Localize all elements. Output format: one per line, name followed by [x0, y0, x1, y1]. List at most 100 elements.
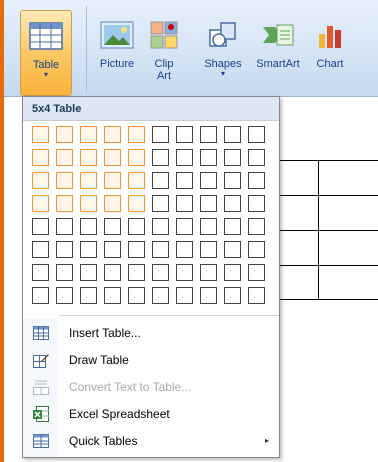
- grid-cell[interactable]: [200, 195, 217, 212]
- grid-cell[interactable]: [32, 264, 49, 281]
- grid-cell[interactable]: [176, 287, 193, 304]
- grid-cell[interactable]: [80, 149, 97, 166]
- grid-cell[interactable]: [56, 287, 73, 304]
- grid-cell[interactable]: [56, 172, 73, 189]
- grid-cell[interactable]: [152, 287, 169, 304]
- grid-cell[interactable]: [152, 126, 169, 143]
- grid-cell[interactable]: [176, 241, 193, 258]
- grid-cell[interactable]: [104, 149, 121, 166]
- grid-cell[interactable]: [200, 287, 217, 304]
- document-table: [270, 160, 378, 300]
- grid-cell[interactable]: [128, 287, 145, 304]
- grid-cell[interactable]: [152, 264, 169, 281]
- grid-cell[interactable]: [152, 241, 169, 258]
- chart-button[interactable]: Chart: [310, 10, 350, 94]
- grid-cell[interactable]: [80, 218, 97, 235]
- grid-cell[interactable]: [224, 126, 241, 143]
- quick-tables-icon: [33, 433, 49, 449]
- grid-cell[interactable]: [128, 195, 145, 212]
- grid-cell[interactable]: [224, 241, 241, 258]
- excel-spreadsheet-menu-item[interactable]: Excel Spreadsheet: [23, 400, 279, 427]
- shapes-button[interactable]: Shapes ▾: [200, 10, 246, 94]
- smartart-button-label: SmartArt: [256, 58, 300, 70]
- grid-cell[interactable]: [104, 172, 121, 189]
- grid-cell[interactable]: [128, 149, 145, 166]
- menu-separator: [59, 315, 279, 316]
- grid-cell[interactable]: [128, 172, 145, 189]
- grid-cell[interactable]: [200, 264, 217, 281]
- clip-art-button[interactable]: Clip Art: [146, 10, 182, 94]
- grid-cell[interactable]: [128, 264, 145, 281]
- grid-cell[interactable]: [80, 126, 97, 143]
- grid-cell[interactable]: [248, 126, 265, 143]
- grid-cell[interactable]: [104, 126, 121, 143]
- grid-cell[interactable]: [104, 218, 121, 235]
- grid-cell[interactable]: [200, 241, 217, 258]
- grid-cell[interactable]: [248, 287, 265, 304]
- grid-cell[interactable]: [56, 218, 73, 235]
- grid-cell[interactable]: [80, 287, 97, 304]
- grid-cell[interactable]: [176, 218, 193, 235]
- grid-cell[interactable]: [56, 149, 73, 166]
- table-button[interactable]: Table ▾: [20, 10, 72, 96]
- insert-table-menu-item[interactable]: Insert Table...: [23, 319, 279, 346]
- grid-cell[interactable]: [224, 264, 241, 281]
- grid-cell[interactable]: [152, 218, 169, 235]
- grid-cell[interactable]: [200, 218, 217, 235]
- grid-cell[interactable]: [224, 172, 241, 189]
- grid-cell[interactable]: [80, 241, 97, 258]
- grid-cell[interactable]: [32, 126, 49, 143]
- grid-cell[interactable]: [104, 287, 121, 304]
- grid-cell[interactable]: [56, 195, 73, 212]
- grid-cell[interactable]: [104, 241, 121, 258]
- grid-cell[interactable]: [32, 287, 49, 304]
- grid-cell[interactable]: [200, 149, 217, 166]
- shapes-icon: [204, 16, 242, 54]
- grid-cell[interactable]: [152, 149, 169, 166]
- quick-tables-menu-item[interactable]: Quick Tables ▸: [23, 427, 279, 454]
- grid-cell[interactable]: [32, 149, 49, 166]
- grid-cell[interactable]: [176, 172, 193, 189]
- grid-cell[interactable]: [56, 126, 73, 143]
- grid-cell[interactable]: [56, 264, 73, 281]
- grid-cell[interactable]: [104, 195, 121, 212]
- grid-cell[interactable]: [248, 241, 265, 258]
- grid-cell[interactable]: [32, 195, 49, 212]
- grid-cell[interactable]: [104, 264, 121, 281]
- grid-cell[interactable]: [80, 264, 97, 281]
- grid-cell[interactable]: [32, 172, 49, 189]
- smartart-button[interactable]: SmartArt: [250, 10, 306, 94]
- grid-cell[interactable]: [56, 241, 73, 258]
- picture-button[interactable]: Picture: [92, 10, 142, 94]
- grid-cell[interactable]: [176, 264, 193, 281]
- grid-cell[interactable]: [200, 126, 217, 143]
- grid-cell[interactable]: [80, 172, 97, 189]
- grid-cell[interactable]: [248, 195, 265, 212]
- insert-table-label: Insert Table...: [69, 325, 141, 340]
- grid-cell[interactable]: [224, 195, 241, 212]
- grid-cell[interactable]: [224, 218, 241, 235]
- grid-cell[interactable]: [152, 195, 169, 212]
- grid-cell[interactable]: [152, 172, 169, 189]
- grid-cell[interactable]: [200, 172, 217, 189]
- grid-cell[interactable]: [32, 241, 49, 258]
- excel-spreadsheet-icon: [33, 405, 49, 422]
- grid-cell[interactable]: [128, 126, 145, 143]
- grid-cell[interactable]: [224, 287, 241, 304]
- grid-cell[interactable]: [248, 264, 265, 281]
- grid-cell[interactable]: [128, 241, 145, 258]
- grid-cell[interactable]: [128, 218, 145, 235]
- grid-cell[interactable]: [224, 149, 241, 166]
- convert-text-to-table-menu-item[interactable]: Convert Text to Table...: [23, 373, 279, 400]
- grid-cell[interactable]: [248, 172, 265, 189]
- draw-table-menu-item[interactable]: Draw Table: [23, 346, 279, 373]
- table-size-grid[interactable]: [32, 126, 274, 308]
- grid-cell[interactable]: [248, 149, 265, 166]
- table-size-header: 5x4 Table: [23, 97, 279, 121]
- grid-cell[interactable]: [32, 218, 49, 235]
- grid-cell[interactable]: [176, 126, 193, 143]
- grid-cell[interactable]: [176, 149, 193, 166]
- grid-cell[interactable]: [80, 195, 97, 212]
- grid-cell[interactable]: [176, 195, 193, 212]
- grid-cell[interactable]: [248, 218, 265, 235]
